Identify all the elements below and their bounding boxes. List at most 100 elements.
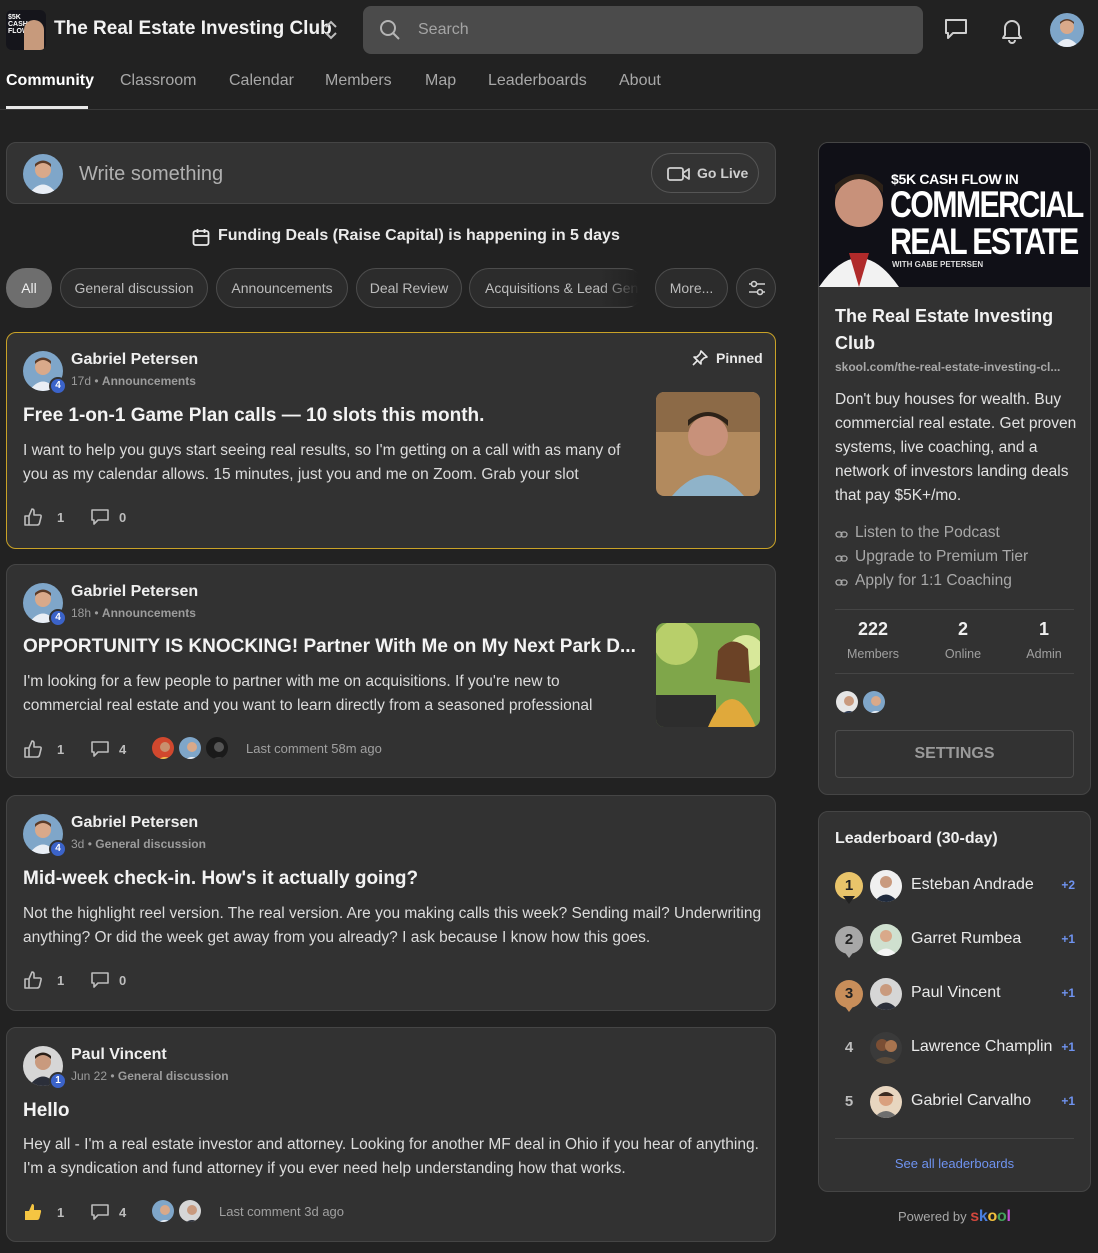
composer-placeholder: Write something [79, 163, 224, 185]
stat-value: 222 [857, 619, 889, 639]
post-author[interactable]: Gabriel Petersen [71, 583, 198, 601]
last-comment: Last comment 58m ago [246, 741, 382, 756]
comment-count: 4 [119, 1205, 127, 1220]
comment-icon[interactable] [90, 740, 110, 758]
settings-button[interactable]: SETTINGS [835, 730, 1074, 778]
filter-general-discussion[interactable]: General discussion [60, 268, 208, 308]
filter-all[interactable]: All [6, 268, 52, 308]
post-category[interactable]: General discussion [95, 837, 206, 851]
go-live-button[interactable]: Go Live [651, 153, 759, 193]
tab-community[interactable]: Community [6, 72, 94, 90]
chevron-updown-icon[interactable] [320, 17, 342, 43]
post-thumbnail[interactable] [656, 623, 760, 727]
club-name: The Real Estate Investing Club [835, 306, 1054, 353]
filter-more[interactable]: More... [655, 268, 728, 308]
like-icon[interactable] [23, 970, 43, 990]
online-member-avatar[interactable] [861, 689, 887, 715]
commenter-avatar[interactable] [204, 735, 230, 761]
club-title[interactable]: The Real Estate Investing Club [54, 18, 332, 40]
tab-calendar[interactable]: Calendar [229, 72, 294, 90]
filter-deal-review[interactable]: Deal Review [356, 268, 462, 308]
leaderboard-name: Paul Vincent [911, 984, 1001, 1001]
post-meta: 18h • Announcements [71, 606, 196, 620]
comment-icon[interactable] [90, 971, 110, 989]
post-meta: 17d • Announcements [71, 374, 196, 388]
post-time: 18h [71, 606, 92, 620]
chat-icon[interactable] [943, 16, 969, 42]
commenter-avatar[interactable] [150, 735, 176, 761]
like-icon[interactable] [23, 507, 43, 527]
leaderboard-row[interactable]: 4 Lawrence Champlin +1 [835, 1032, 1075, 1068]
post-body: I'm looking for a few people to partner … [23, 673, 593, 714]
post-body: I want to help you guys start seeing rea… [23, 442, 621, 483]
bell-icon[interactable] [999, 16, 1025, 44]
post-author[interactable]: Paul Vincent [71, 1046, 167, 1064]
tab-leaderboards[interactable]: Leaderboards [488, 72, 587, 90]
like-icon[interactable] [23, 739, 43, 759]
club-url[interactable]: skool.com/the-real-estate-investing-cl..… [835, 360, 1060, 374]
post-category[interactable]: Announcements [102, 374, 196, 388]
pin-icon [692, 350, 708, 366]
like-icon-filled[interactable] [23, 1202, 43, 1222]
comment-icon[interactable] [90, 508, 110, 526]
leaderboard-row[interactable]: 2 Garret Rumbea +1 [835, 924, 1075, 960]
post-time: 3d [71, 837, 85, 851]
leaderboard-row[interactable]: 1 Esteban Andrade +2 [835, 870, 1075, 906]
online-member-avatar[interactable] [834, 689, 860, 715]
stat-online[interactable]: 2 Online [923, 619, 1003, 661]
post-card[interactable]: 4 Gabriel Petersen 3d • General discussi… [6, 795, 776, 1011]
post-author[interactable]: Gabriel Petersen [71, 814, 198, 832]
video-camera-icon [667, 167, 690, 181]
user-avatar[interactable] [1050, 13, 1084, 47]
club-description: Don't buy houses for wealth. Buy commerc… [835, 391, 1077, 504]
tab-map[interactable]: Map [425, 72, 456, 90]
post-card[interactable]: 4 Gabriel Petersen 17d • Announcements P… [6, 332, 776, 549]
post-title[interactable]: Hello [23, 1100, 743, 1122]
silver-medal-icon: 2 [835, 926, 863, 958]
pinned-label: Pinned [716, 350, 763, 366]
filter-announcements[interactable]: Announcements [216, 268, 348, 308]
link-icon [835, 579, 848, 586]
post-meta: 3d • General discussion [71, 837, 206, 851]
post-thumbnail[interactable] [656, 392, 760, 496]
post-title[interactable]: Mid-week check-in. How's it actually goi… [23, 868, 743, 890]
like-count: 1 [57, 742, 65, 757]
link-icon [835, 555, 848, 562]
post-title[interactable]: Free 1-on-1 Game Plan calls — 10 slots t… [23, 405, 643, 427]
club-logo[interactable]: $5K CASH FLOW [6, 10, 46, 50]
post-category[interactable]: General discussion [118, 1069, 229, 1083]
go-live-label: Go Live [697, 165, 749, 181]
search-bar[interactable]: Search [363, 6, 923, 54]
leaderboard-row[interactable]: 3 Paul Vincent +1 [835, 978, 1075, 1014]
post-card[interactable]: 1 Paul Vincent Jun 22 • General discussi… [6, 1027, 776, 1242]
commenter-avatar[interactable] [177, 1198, 203, 1224]
stat-members[interactable]: 222 Members [833, 619, 913, 661]
post-author[interactable]: Gabriel Petersen [71, 351, 198, 369]
see-all-leaderboards-link[interactable]: See all leaderboards [819, 1156, 1090, 1171]
post-card[interactable]: 4 Gabriel Petersen 18h • Announcements O… [6, 564, 776, 778]
commenter-avatar[interactable] [177, 735, 203, 761]
leaderboard-avatar [870, 1032, 902, 1064]
leaderboard-row[interactable]: 5 Gabriel Carvalho +1 [835, 1086, 1075, 1122]
commenter-avatar[interactable] [150, 1198, 176, 1224]
stat-label: Online [944, 647, 982, 661]
post-composer[interactable]: Write something Go Live [6, 142, 776, 204]
stat-admin[interactable]: 1 Admin [1004, 619, 1084, 661]
filter-settings-button[interactable] [736, 268, 776, 308]
about-card: $5K CASH FLOW IN COMMERCIAL REAL ESTATE … [818, 142, 1091, 795]
like-count: 1 [57, 1205, 65, 1220]
tab-members[interactable]: Members [325, 72, 392, 90]
level-badge: 4 [49, 609, 67, 627]
leaderboard-name: Garret Rumbea [911, 930, 1022, 947]
tab-about[interactable]: About [619, 72, 661, 90]
banner-line3: REAL ESTATE [890, 221, 1079, 262]
post-category[interactable]: Announcements [102, 606, 196, 620]
post-title[interactable]: OPPORTUNITY IS KNOCKING! Partner With Me… [23, 636, 638, 658]
tab-classroom[interactable]: Classroom [120, 72, 196, 90]
powered-by[interactable]: Powered by skool [898, 1208, 1011, 1226]
comment-icon[interactable] [90, 1203, 110, 1221]
search-placeholder: Search [418, 21, 469, 38]
leaderboard-points: +1 [1061, 986, 1075, 1000]
club-banner[interactable]: $5K CASH FLOW IN COMMERCIAL REAL ESTATE … [819, 143, 1090, 287]
stat-label: Members [846, 647, 900, 661]
